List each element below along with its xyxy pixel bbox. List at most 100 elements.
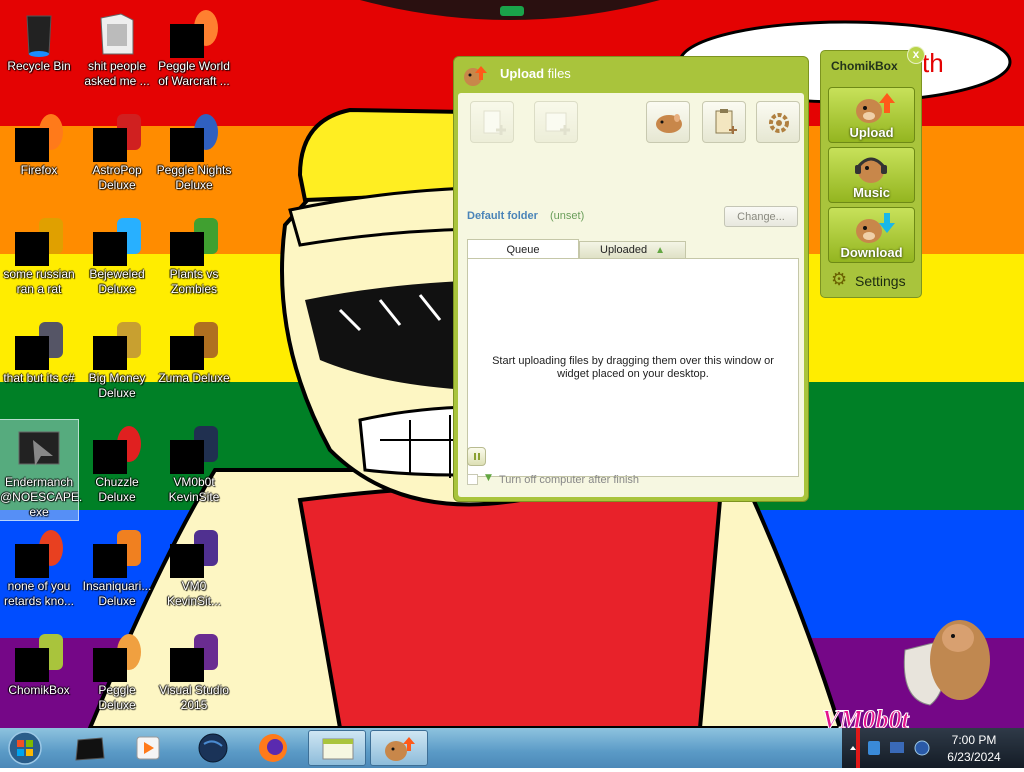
desktop-icon-label: Firefox <box>20 163 58 177</box>
desktop-icon-label: Recycle Bin <box>7 59 71 73</box>
pause-icon <box>474 453 476 460</box>
desktop-icon-label: ChomikBox <box>8 683 70 697</box>
desktop-icon-label: that but its c# <box>3 371 75 385</box>
upload-window-panel: Default folder (unset) Change... Queue U… <box>458 93 804 497</box>
taskbar-media-player[interactable] <box>120 730 178 766</box>
tab-queue[interactable]: Queue <box>467 239 579 259</box>
folder-icon <box>75 737 105 761</box>
widget-title: ChomikBox <box>831 59 898 73</box>
widget-music-button[interactable]: Music <box>828 147 915 203</box>
desktop-icon-label: Peggle Deluxe <box>98 683 136 712</box>
upload-queue-list[interactable]: Start uploading files by dragging them o… <box>467 258 799 477</box>
upload-window-titlebar[interactable]: Upload files <box>454 57 808 93</box>
window-icon <box>322 738 354 760</box>
game-icon <box>170 218 218 266</box>
shutdown-after-finish-checkbox[interactable] <box>467 474 478 485</box>
desktop-icon-visual-studio[interactable]: Visual Studio 2015 <box>155 628 233 713</box>
desktop-icon-that-but-its-csharp[interactable]: that but its c# <box>0 316 78 386</box>
clipboard-icon <box>715 109 737 134</box>
desktop-icon-zuma-deluxe[interactable]: Zuma Deluxe <box>155 316 233 386</box>
hamster-download-icon <box>856 213 895 243</box>
desktop-icon-vm0-kevinsite[interactable]: VM0 KevinSit... <box>155 524 233 609</box>
desktop-icon-label: Endermanch @NOESCAPE. exe <box>0 475 83 519</box>
firefox-icon <box>259 734 287 762</box>
desktop-icon-astropop[interactable]: AstroPop Deluxe <box>78 108 156 193</box>
gear-icon[interactable]: ⚙ <box>831 271 847 289</box>
desktop-icon-peggle-nights[interactable]: Peggle Nights Deluxe <box>155 108 233 193</box>
desktop-icon-label: some russian ran a rat <box>3 267 75 296</box>
widget-music-label: Music <box>853 185 890 200</box>
desktop-icon-label: Bejeweled Deluxe <box>89 267 145 296</box>
wallpaper-signature: VM0b0t <box>822 705 909 728</box>
desktop-icon-label: VM0 KevinSit... <box>166 579 222 608</box>
clipboard-add-button[interactable] <box>702 101 746 143</box>
widget-upload-label: Upload <box>849 125 894 140</box>
visual-studio-icon <box>170 634 218 682</box>
windows-logo-icon <box>8 731 42 765</box>
tab-uploaded-label: Uploaded <box>600 244 648 256</box>
default-folder-label: Default folder <box>467 210 538 222</box>
taskbar: 7:00 PM 6/23/2024 <box>0 728 1024 768</box>
add-file-icon <box>483 110 506 135</box>
desktop-icon-label: Chuzzle Deluxe <box>95 475 139 504</box>
add-files-button[interactable] <box>470 101 514 143</box>
game-icon <box>93 218 141 266</box>
desktop-icon-chuzzle[interactable]: Chuzzle Deluxe <box>78 420 156 505</box>
desktop-icon-firefox[interactable]: Firefox <box>0 108 78 178</box>
game-icon <box>170 114 218 162</box>
chomik-account-button[interactable] <box>646 101 690 143</box>
clock-time[interactable]: 7:00 PM <box>934 733 1014 747</box>
desktop-icon-peggle-world-of-warcraft[interactable]: Peggle World of Warcraft ... <box>155 4 233 89</box>
widget-download-label: Download <box>840 245 903 260</box>
taskbar-chomikbox[interactable] <box>370 730 428 766</box>
desktop-icon-shit-people[interactable]: shit people asked me ... <box>78 4 156 89</box>
add-folder-icon <box>545 112 570 135</box>
desktop-icon-none-of-you[interactable]: none of you retards kno... <box>0 524 78 609</box>
desktop-icon-label: Peggle World of Warcraft ... <box>158 59 230 88</box>
chomikbox-widget[interactable]: ChomikBox x Upload Music Download ⚙ Sett… <box>820 46 925 298</box>
taskbar-globe-app[interactable] <box>184 730 242 766</box>
desktop-icon-endermanch[interactable]: Endermanch @NOESCAPE. exe <box>0 419 83 521</box>
settings-button[interactable] <box>756 101 800 143</box>
desktop-icon-some-russian[interactable]: some russian ran a rat <box>0 212 78 297</box>
clock-date[interactable]: 6/23/2024 <box>934 750 1014 764</box>
desktop-icon-label: Zuma Deluxe <box>158 371 230 385</box>
start-button[interactable] <box>4 729 46 767</box>
desktop-icon-peggle-deluxe[interactable]: Peggle Deluxe <box>78 628 156 713</box>
document-icon <box>15 218 63 266</box>
widget-download-button[interactable]: Download <box>828 207 915 263</box>
desktop-icon-plants-vs-zombies[interactable]: Plants vs Zombies <box>155 212 233 297</box>
widget-close-button[interactable]: x <box>907 46 925 64</box>
desktop-icon-recycle-bin[interactable]: Recycle Bin <box>0 4 78 74</box>
game-icon <box>93 530 141 578</box>
triangle-down-icon: ▼ <box>485 473 492 483</box>
system-tray: 7:00 PM 6/23/2024 <box>842 728 1024 768</box>
upload-files-window[interactable]: Upload files Default folder (unset) Chan… <box>453 56 809 502</box>
executable-icon <box>15 426 63 474</box>
taskbar-upload-window[interactable] <box>308 730 366 766</box>
desktop-icon-label: shit people asked me ... <box>84 59 150 88</box>
hamster-upload-icon <box>856 93 895 123</box>
game-icon <box>170 10 218 58</box>
game-icon <box>93 634 141 682</box>
pause-button[interactable] <box>467 447 486 466</box>
widget-settings-link[interactable]: Settings <box>855 273 906 289</box>
widget-upload-button[interactable]: Upload <box>828 87 915 143</box>
desktop-icon-vm0b0t-kevinsite[interactable]: VM0b0t KevinSite <box>155 420 233 505</box>
desktop-icon-chomikbox[interactable]: ChomikBox <box>0 628 78 698</box>
desktop-icon-insaniquarium[interactable]: Insaniquari... Deluxe <box>78 524 156 609</box>
media-player-icon <box>136 736 160 760</box>
triangle-up-icon: ▲ <box>655 245 665 256</box>
game-icon <box>93 114 141 162</box>
change-folder-button[interactable]: Change... <box>724 206 798 227</box>
taskbar-firefox[interactable] <box>244 730 302 766</box>
desktop-icon-bejeweled[interactable]: Bejeweled Deluxe <box>78 212 156 297</box>
taskbar-file-explorer[interactable] <box>62 730 120 766</box>
add-folder-button[interactable] <box>534 101 578 143</box>
hamster-icon <box>656 114 682 133</box>
desktop-icon-big-money[interactable]: Big Money Deluxe <box>78 316 156 401</box>
tab-uploaded[interactable]: Uploaded ▲ <box>579 241 686 259</box>
desktop-icon-label: none of you retards kno... <box>3 579 75 608</box>
default-folder-value: (unset) <box>550 210 585 222</box>
window-title: Upload files <box>500 66 571 81</box>
